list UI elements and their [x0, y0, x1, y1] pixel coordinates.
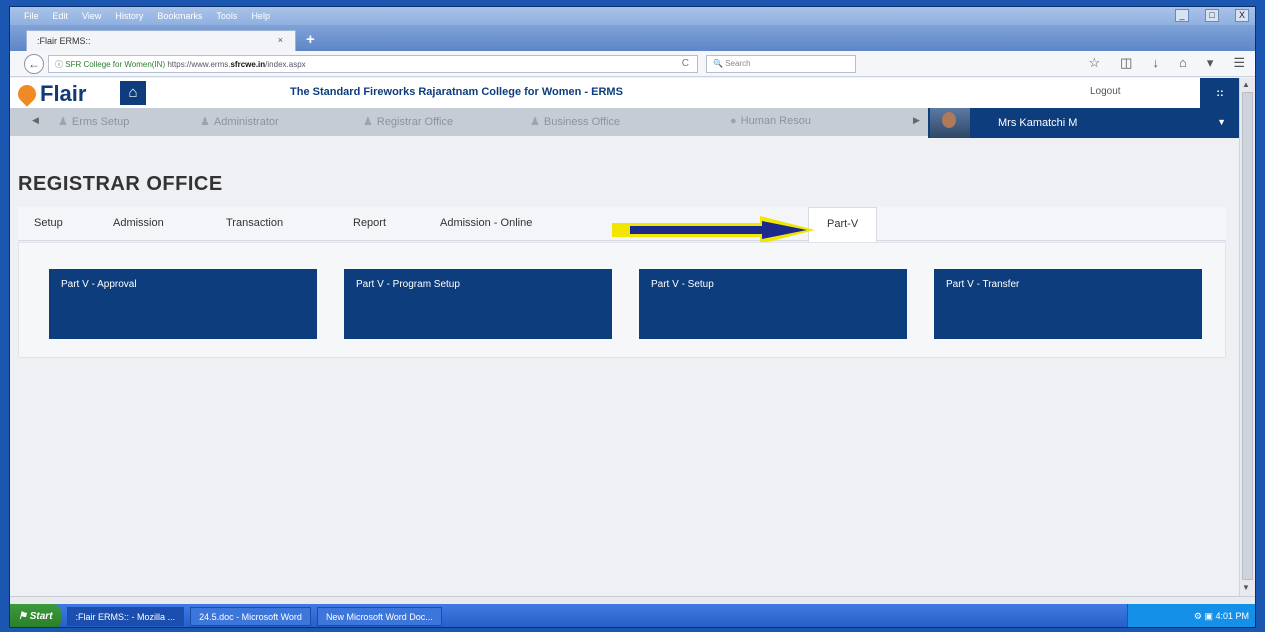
scroll-up-icon[interactable]: ▲ — [1242, 80, 1250, 89]
search-input[interactable]: 🔍 Search — [706, 55, 856, 73]
module-human-resource[interactable]: ● Human Resou — [730, 115, 811, 127]
scrollbar-thumb[interactable] — [1242, 92, 1253, 580]
flair-logo: Flair — [14, 81, 87, 107]
tile-part-v-setup[interactable]: Part V - Setup — [639, 269, 907, 339]
new-tab-button[interactable]: + — [306, 31, 315, 48]
user-menu[interactable]: Mrs Kamatchi M ▼ — [928, 108, 1240, 138]
taskbar-item-new-word-doc[interactable]: New Microsoft Word Doc... — [316, 607, 442, 626]
taskbar-item-word-doc[interactable]: 24.5.doc - Microsoft Word — [190, 607, 311, 626]
page-title: REGISTRAR OFFICE — [18, 173, 223, 195]
tray-icons: ⚙ ▣ — [1193, 611, 1216, 621]
users-icon: ♟ — [58, 116, 68, 128]
close-window-button[interactable]: X — [1235, 9, 1249, 22]
module-administrator[interactable]: ♟ Administrator — [200, 115, 279, 128]
module-label: Human Resou — [740, 115, 811, 127]
browser-tab-title: :Flair ERMS:: — [37, 36, 91, 46]
tab-setup[interactable]: Setup — [34, 217, 63, 229]
chevron-down-icon: ▼ — [1217, 117, 1226, 127]
house-icon: ⌂ — [128, 84, 138, 101]
scroll-left-icon[interactable]: ◀ — [32, 115, 39, 126]
scroll-down-icon[interactable]: ▼ — [1242, 583, 1250, 592]
module-label: Registrar Office — [376, 116, 454, 128]
taskbar-item-firefox[interactable]: :Flair ERMS:: - Mozilla ... — [66, 607, 185, 626]
info-icon: ⓘ — [55, 60, 66, 69]
url-prefix: https://www.erms. — [167, 60, 231, 69]
browser-window: File Edit View History Bookmarks Tools H… — [9, 6, 1256, 628]
browser-tab-strip: :Flair ERMS:: × + — [10, 25, 1255, 51]
tab-admission[interactable]: Admission — [113, 217, 164, 229]
menu-help[interactable]: Help — [251, 11, 270, 21]
clock: 4:01 PM — [1215, 611, 1249, 621]
annotation-arrow-icon — [612, 216, 815, 244]
menu-hamburger-icon[interactable]: ☰ — [1233, 55, 1245, 71]
tiles-panel: Part V - Approval Part V - Program Setup… — [18, 242, 1226, 358]
search-icon: 🔍 — [713, 59, 726, 68]
back-arrow-icon[interactable]: ← — [24, 54, 44, 74]
windows-flag-icon: ⚑ — [18, 611, 30, 622]
library-icon[interactable]: ◫ — [1120, 55, 1132, 71]
reload-icon[interactable]: C — [682, 58, 689, 69]
user-icon: ♟ — [363, 116, 373, 128]
minimize-button[interactable]: _ — [1175, 9, 1189, 22]
url-suffix: /index.aspx — [265, 60, 306, 69]
user-icon: ♟ — [200, 116, 210, 128]
toolbar-icons: ☆ ◫ ↓ ⌂ ▾ ☰ — [1089, 55, 1246, 71]
menu-edit[interactable]: Edit — [53, 11, 69, 21]
maximize-button[interactable]: □ — [1205, 9, 1219, 22]
menu-file[interactable]: File — [24, 11, 39, 21]
menu-view[interactable]: View — [82, 11, 101, 21]
url-bar[interactable]: ⓘ SFR College for Women(IN) https://www.… — [48, 55, 698, 73]
download-icon[interactable]: ↓ — [1152, 55, 1159, 71]
home-icon[interactable]: ⌂ — [1179, 55, 1187, 71]
college-title: The Standard Fireworks Rajaratnam Colleg… — [290, 86, 623, 98]
status-bar — [10, 596, 1255, 604]
module-label: Business Office — [543, 116, 621, 128]
logo-text: Flair — [40, 81, 87, 106]
tab-admission-online[interactable]: Admission - Online — [440, 217, 532, 229]
module-business-office[interactable]: ♟ Business Office — [530, 115, 620, 128]
tile-part-v-transfer[interactable]: Part V - Transfer — [934, 269, 1202, 339]
user-name: Mrs Kamatchi M — [998, 117, 1078, 129]
module-label: Administrator — [213, 116, 279, 128]
search-placeholder: Search — [725, 59, 751, 68]
users-icon: ♟ — [530, 116, 540, 128]
window-controls: _ □ X — [1161, 9, 1249, 22]
menu-tools[interactable]: Tools — [216, 11, 237, 21]
tile-part-v-approval[interactable]: Part V - Approval — [49, 269, 317, 339]
browser-tab[interactable]: :Flair ERMS:: × — [26, 30, 296, 51]
vertical-scrollbar[interactable]: ▲ ▼ — [1239, 78, 1255, 596]
module-registrar-office[interactable]: ♟ Registrar Office — [363, 115, 453, 128]
tab-transaction[interactable]: Transaction — [226, 217, 283, 229]
home-button[interactable]: ⌂ — [120, 81, 146, 105]
module-label: Erms Setup — [71, 116, 130, 128]
menu-bar: File Edit View History Bookmarks Tools H… — [10, 7, 1255, 25]
start-label: Start — [29, 611, 53, 622]
pocket-icon[interactable]: ▾ — [1207, 55, 1214, 71]
group-icon: ● — [730, 115, 737, 127]
url-host: sfrcwe.in — [230, 60, 266, 69]
page-content: Flair ⌂ The Standard Fireworks Rajaratna… — [10, 78, 1240, 596]
tab-report[interactable]: Report — [353, 217, 386, 229]
logout-link[interactable]: Logout — [1090, 86, 1121, 97]
module-erms-setup[interactable]: ♟ Erms Setup — [58, 115, 129, 128]
scroll-right-icon[interactable]: ▶ — [913, 115, 920, 126]
site-identity: SFR College for Women(IN) — [65, 60, 166, 69]
grid-menu-icon[interactable]: :: — [1200, 78, 1240, 108]
avatar-face — [942, 112, 956, 128]
menu-bookmarks[interactable]: Bookmarks — [157, 11, 202, 21]
logo-drop-icon — [14, 81, 40, 107]
start-button[interactable]: ⚑ Start — [10, 604, 61, 627]
taskbar: ⚑ Start :Flair ERMS:: - Mozilla ... 24.5… — [10, 604, 1255, 627]
avatar — [930, 108, 970, 138]
navigation-toolbar: ← ⓘ SFR College for Women(IN) https://ww… — [10, 51, 1255, 77]
tile-part-v-program-setup[interactable]: Part V - Program Setup — [344, 269, 612, 339]
system-tray: ⚙ ▣ 4:01 PM — [1127, 604, 1255, 627]
app-header: Flair ⌂ The Standard Fireworks Rajaratna… — [10, 78, 1240, 108]
close-tab-icon[interactable]: × — [278, 35, 283, 45]
desktop-frame: File Edit View History Bookmarks Tools H… — [0, 0, 1265, 632]
bookmark-star-icon[interactable]: ☆ — [1089, 55, 1101, 71]
menu-history[interactable]: History — [115, 11, 143, 21]
